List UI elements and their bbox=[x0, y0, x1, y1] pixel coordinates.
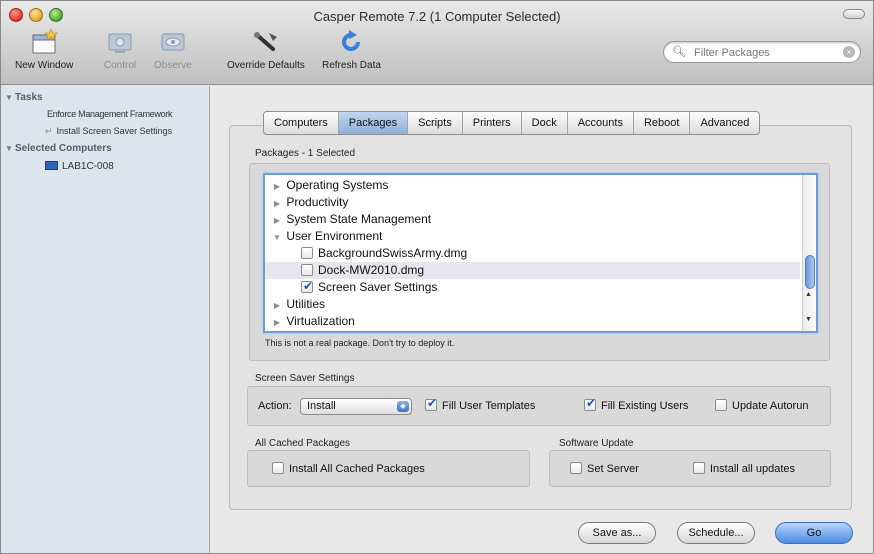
disclosure-open-icon[interactable]: ▼ bbox=[5, 93, 15, 102]
fill-existing-users-checkbox[interactable]: Fill Existing Users bbox=[584, 396, 688, 412]
script-icon: ↵ bbox=[45, 126, 53, 136]
package-note: This is not a real package. Don't try to… bbox=[265, 338, 455, 348]
package-checkbox[interactable] bbox=[301, 264, 313, 276]
selected-computers-group[interactable]: ▼ Selected Computers bbox=[5, 143, 112, 154]
scroll-up-arrow-icon[interactable]: ▲ bbox=[805, 291, 812, 298]
toolbar-toggle-button[interactable] bbox=[843, 9, 865, 19]
software-update-heading: Software Update bbox=[559, 438, 634, 449]
action-select[interactable]: Install ◆ bbox=[300, 398, 412, 415]
package-checkbox[interactable] bbox=[301, 247, 313, 259]
checkbox[interactable] bbox=[693, 462, 705, 474]
tab-computers[interactable]: Computers bbox=[264, 112, 339, 134]
scroll-thumb[interactable] bbox=[805, 255, 815, 289]
disclosure-closed-icon[interactable]: ▶ bbox=[271, 212, 283, 229]
computer-icon bbox=[45, 161, 58, 170]
observe-icon bbox=[161, 33, 185, 51]
app-window: Casper Remote 7.2 (1 Computer Selected) … bbox=[0, 0, 874, 554]
schedule-button[interactable]: Schedule... bbox=[677, 522, 755, 544]
update-autorun-checkbox[interactable]: Update Autorun bbox=[715, 399, 808, 412]
tab-advanced[interactable]: Advanced bbox=[690, 112, 759, 134]
checkbox[interactable] bbox=[715, 399, 727, 411]
save-as-button[interactable]: Save as... bbox=[578, 522, 656, 544]
packages-heading: Packages - 1 Selected bbox=[255, 148, 356, 159]
sidebar-item-computer[interactable]: LAB1C-008 bbox=[45, 161, 114, 172]
tab-packages[interactable]: Packages bbox=[338, 112, 409, 134]
tree-item-category[interactable]: ▶ Virtualization bbox=[265, 313, 800, 330]
tree-item-package[interactable]: BackgroundSwissArmy.dmg bbox=[265, 245, 800, 262]
new-window-icon bbox=[32, 28, 58, 54]
override-defaults-icon bbox=[253, 32, 277, 51]
search-icon: 🔍︎ bbox=[672, 46, 686, 58]
tree-item-category[interactable]: ▶ System State Management bbox=[265, 211, 800, 228]
package-checkbox-checked[interactable] bbox=[301, 278, 313, 295]
sidebar-item-task[interactable]: Enforce Management Framework bbox=[47, 109, 172, 119]
packages-scrollbar[interactable]: ▲ ▼ bbox=[802, 175, 816, 331]
tasks-group[interactable]: ▼ Tasks bbox=[5, 92, 43, 103]
filter-packages-search[interactable]: 🔍︎ × bbox=[663, 41, 861, 63]
tab-scripts[interactable]: Scripts bbox=[408, 112, 463, 134]
tab-printers[interactable]: Printers bbox=[463, 112, 522, 134]
tree-item-category[interactable]: ▶ Operating Systems bbox=[265, 177, 800, 194]
clear-search-icon[interactable]: × bbox=[843, 46, 855, 58]
title-toolbar: Casper Remote 7.2 (1 Computer Selected) … bbox=[1, 1, 873, 85]
tab-dock[interactable]: Dock bbox=[522, 112, 568, 134]
override-defaults-button[interactable]: Override Defaults bbox=[227, 27, 305, 71]
filter-packages-input[interactable] bbox=[694, 45, 844, 60]
disclosure-closed-icon[interactable]: ▶ bbox=[271, 195, 283, 212]
sidebar: ▼ Tasks Enforce Management Framework ↵ Ins… bbox=[1, 86, 210, 553]
tree-item-category[interactable]: ▶ Utilities bbox=[265, 296, 800, 313]
tab-accounts[interactable]: Accounts bbox=[568, 112, 634, 134]
go-button[interactable]: Go bbox=[775, 522, 853, 544]
screen-saver-heading: Screen Saver Settings bbox=[255, 373, 355, 384]
refresh-icon bbox=[342, 30, 361, 51]
disclosure-closed-icon[interactable]: ▶ bbox=[271, 297, 283, 314]
fill-user-templates-checkbox[interactable]: Fill User Templates bbox=[425, 396, 535, 412]
cached-packages-heading: All Cached Packages bbox=[255, 438, 351, 449]
sidebar-item-task[interactable]: ↵ Install Screen Saver Settings bbox=[45, 126, 172, 137]
tree-item-category[interactable]: ▶ Productivity bbox=[265, 194, 800, 211]
select-arrows-icon: ◆ bbox=[397, 401, 409, 412]
control-button[interactable]: Control bbox=[103, 27, 137, 71]
observe-button[interactable]: Observe bbox=[154, 27, 192, 71]
disclosure-closed-icon[interactable]: ▶ bbox=[271, 178, 283, 195]
tree-item-package[interactable]: Dock-MW2010.dmg bbox=[265, 262, 800, 279]
new-window-button[interactable]: New Window bbox=[15, 27, 73, 71]
checkbox[interactable] bbox=[272, 462, 284, 474]
checkbox-checked[interactable] bbox=[584, 396, 596, 411]
install-all-updates-checkbox[interactable]: Install all updates bbox=[693, 462, 795, 475]
tree-item-category[interactable]: ▼ User Environment bbox=[265, 228, 800, 245]
disclosure-open-icon[interactable]: ▼ bbox=[271, 229, 283, 246]
disclosure-closed-icon[interactable]: ▶ bbox=[271, 314, 283, 331]
set-server-checkbox[interactable]: Set Server bbox=[570, 462, 639, 475]
window-title: Casper Remote 7.2 (1 Computer Selected) bbox=[313, 9, 561, 24]
tab-reboot[interactable]: Reboot bbox=[634, 112, 691, 134]
tree-item-package[interactable]: Screen Saver Settings bbox=[265, 278, 800, 296]
checkbox[interactable] bbox=[570, 462, 582, 474]
control-icon bbox=[108, 33, 132, 53]
tab-bar: Computers Packages Scripts Printers Dock… bbox=[263, 111, 761, 135]
scroll-down-arrow-icon[interactable]: ▼ bbox=[805, 316, 812, 323]
action-label: Action: bbox=[258, 400, 292, 412]
disclosure-open-icon[interactable]: ▼ bbox=[5, 144, 15, 153]
checkbox-checked[interactable] bbox=[425, 396, 437, 411]
refresh-data-button[interactable]: Refresh Data bbox=[322, 27, 381, 71]
install-all-cached-checkbox[interactable]: Install All Cached Packages bbox=[272, 462, 425, 475]
packages-tree[interactable]: ▶ Operating Systems ▶ Productivity ▶ Sys… bbox=[263, 173, 818, 333]
